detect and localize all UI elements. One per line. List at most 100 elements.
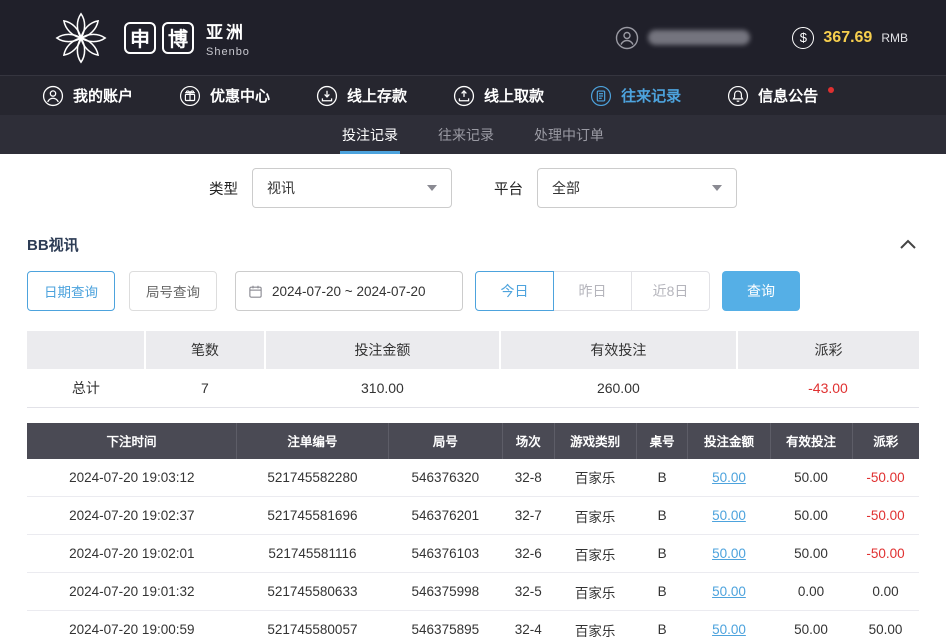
- chevron-up-icon: [899, 239, 917, 250]
- chevron-down-icon: [427, 185, 437, 191]
- user-account-chip[interactable]: [615, 26, 750, 50]
- summary-header-cell: 派彩: [737, 331, 919, 369]
- balance-display[interactable]: $ 367.69 RMB: [792, 27, 908, 49]
- balance-currency: RMB: [881, 31, 908, 45]
- brand-characters: 申 博 亚洲 Shenbo: [124, 18, 250, 58]
- date-range-value: 2024-07-20 ~ 2024-07-20: [272, 284, 426, 299]
- section-header: BB视讯: [27, 234, 919, 255]
- brand-logo[interactable]: 申 博 亚洲 Shenbo: [52, 9, 250, 67]
- dollar-circle-icon: $: [792, 27, 814, 49]
- type-select[interactable]: 视讯: [252, 168, 452, 208]
- tab-transaction-records[interactable]: 往来记录: [436, 115, 496, 154]
- nav-item-my-account[interactable]: 我的账户: [42, 85, 133, 107]
- records-header-row: 下注时间注单编号局号场次游戏类别桌号投注金额有效投注派彩: [27, 423, 919, 459]
- summary-cell: -43.00: [737, 369, 919, 407]
- record-cell-bet: 50.00: [688, 573, 770, 611]
- records-table: 下注时间注单编号局号场次游戏类别桌号投注金额有效投注派彩 2024-07-20 …: [27, 423, 919, 637]
- tab-bet-records[interactable]: 投注记录: [340, 115, 400, 154]
- record-tabs: 投注记录 往来记录 处理中订单: [0, 115, 946, 154]
- date-query-button[interactable]: 日期查询: [27, 271, 115, 311]
- brand-char-bo: 博: [162, 22, 194, 54]
- records-header-cell: 桌号: [636, 423, 688, 459]
- nav-item-announcements[interactable]: 信息公告: [727, 85, 834, 107]
- record-cell-payout: -50.00: [852, 535, 919, 573]
- withdrawal-icon: [453, 85, 475, 107]
- record-cell-payout: -50.00: [852, 497, 919, 535]
- record-cell-round-id: 546375998: [388, 573, 502, 611]
- record-cell-session: 32-5: [502, 573, 554, 611]
- nav-label: 优惠中心: [210, 85, 270, 106]
- header-right: $ 367.69 RMB: [615, 26, 908, 50]
- records-header-cell: 场次: [502, 423, 554, 459]
- records-header-cell: 派彩: [852, 423, 919, 459]
- record-cell-game: 百家乐: [554, 497, 636, 535]
- date-range-input[interactable]: 2024-07-20 ~ 2024-07-20: [235, 271, 463, 311]
- today-button[interactable]: 今日: [475, 271, 554, 311]
- record-cell-order-id: 521745580057: [237, 611, 389, 637]
- record-cell-game: 百家乐: [554, 573, 636, 611]
- nav-item-withdrawal[interactable]: 线上取款: [453, 85, 544, 107]
- section-title: BB视讯: [27, 234, 79, 255]
- records-header-cell: 下注时间: [27, 423, 237, 459]
- record-cell-time: 2024-07-20 19:01:32: [27, 573, 237, 611]
- record-cell-game: 百家乐: [554, 611, 636, 637]
- record-cell-order-id: 521745580633: [237, 573, 389, 611]
- record-cell-bet: 50.00: [688, 535, 770, 573]
- user-avatar-icon: [615, 26, 639, 50]
- nav-item-deposit[interactable]: 线上存款: [316, 85, 407, 107]
- record-cell-session: 32-4: [502, 611, 554, 637]
- record-cell-table: B: [636, 497, 688, 535]
- record-row: 2024-07-20 19:00:59521745580057546375895…: [27, 611, 919, 637]
- last-8-days-button[interactable]: 近8日: [631, 271, 710, 311]
- summary-cell: 260.00: [500, 369, 737, 407]
- bet-amount-link[interactable]: 50.00: [712, 546, 746, 561]
- record-cell-session: 32-6: [502, 535, 554, 573]
- collapse-section-button[interactable]: [897, 237, 919, 252]
- round-query-button[interactable]: 局号查询: [129, 271, 217, 311]
- summary-header-cell: [27, 331, 145, 369]
- top-header: 申 博 亚洲 Shenbo $: [0, 0, 946, 75]
- record-cell-valid: 50.00: [770, 535, 852, 573]
- nav-label: 线上存款: [347, 85, 407, 106]
- record-cell-bet: 50.00: [688, 611, 770, 637]
- platform-select-value: 全部: [552, 178, 580, 198]
- summary-header-cell: 投注金额: [265, 331, 500, 369]
- record-cell-bet: 50.00: [688, 459, 770, 497]
- record-cell-round-id: 546376201: [388, 497, 502, 535]
- record-cell-time: 2024-07-20 19:02:01: [27, 535, 237, 573]
- record-cell-time: 2024-07-20 19:03:12: [27, 459, 237, 497]
- records-header-cell: 游戏类别: [554, 423, 636, 459]
- record-row: 2024-07-20 19:02:37521745581696546376201…: [27, 497, 919, 535]
- search-button[interactable]: 查询: [722, 271, 800, 311]
- records-icon: [590, 85, 612, 107]
- announcements-icon: [727, 85, 749, 107]
- record-cell-round-id: 546375895: [388, 611, 502, 637]
- query-controls: 日期查询 局号查询 2024-07-20 ~ 2024-07-20 今日 昨日 …: [27, 271, 919, 311]
- nav-item-promotions[interactable]: 优惠中心: [179, 85, 270, 107]
- filter-row: 类型 视讯 平台 全部: [27, 168, 919, 208]
- chevron-down-icon: [712, 185, 722, 191]
- type-select-value: 视讯: [267, 178, 295, 198]
- tab-pending-orders[interactable]: 处理中订单: [532, 115, 606, 154]
- nav-label: 往来记录: [621, 85, 681, 106]
- lotus-logo-icon: [52, 9, 110, 67]
- balance-amount: 367.69: [823, 29, 872, 47]
- records-header-cell: 局号: [388, 423, 502, 459]
- record-cell-table: B: [636, 611, 688, 637]
- nav-label: 信息公告: [758, 85, 818, 106]
- platform-filter-label: 平台: [494, 178, 523, 199]
- platform-select[interactable]: 全部: [537, 168, 737, 208]
- bet-amount-link[interactable]: 50.00: [712, 470, 746, 485]
- notification-dot: [828, 87, 834, 93]
- record-cell-valid: 50.00: [770, 459, 852, 497]
- record-cell-order-id: 521745581696: [237, 497, 389, 535]
- brand-region: 亚洲: [206, 18, 250, 43]
- record-cell-game: 百家乐: [554, 535, 636, 573]
- bet-amount-link[interactable]: 50.00: [712, 508, 746, 523]
- bet-amount-link[interactable]: 50.00: [712, 584, 746, 599]
- nav-item-records[interactable]: 往来记录: [590, 85, 681, 107]
- records-tbody: 2024-07-20 19:03:12521745582280546376320…: [27, 459, 919, 637]
- yesterday-button[interactable]: 昨日: [553, 271, 632, 311]
- bet-amount-link[interactable]: 50.00: [712, 622, 746, 637]
- deposit-icon: [316, 85, 338, 107]
